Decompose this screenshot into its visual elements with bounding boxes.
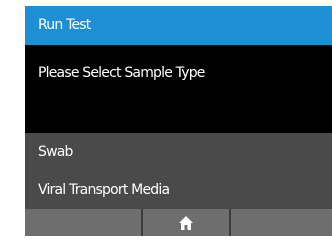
prompt-text: Please Select Sample Type [38, 65, 205, 81]
nav-right-button[interactable] [231, 209, 332, 236]
sample-type-list: Swab Viral Transport Media [25, 133, 332, 209]
option-viral-transport-media[interactable]: Viral Transport Media [25, 171, 332, 209]
nav-left-button[interactable] [25, 209, 141, 236]
home-button[interactable] [143, 209, 229, 236]
home-icon [179, 215, 193, 230]
prompt-area: Please Select Sample Type [25, 45, 332, 133]
option-swab[interactable]: Swab [25, 133, 332, 171]
screen-title: Run Test [25, 6, 332, 45]
navigation-bar [25, 209, 332, 236]
device-screen: Run Test Please Select Sample Type Swab … [25, 6, 332, 236]
